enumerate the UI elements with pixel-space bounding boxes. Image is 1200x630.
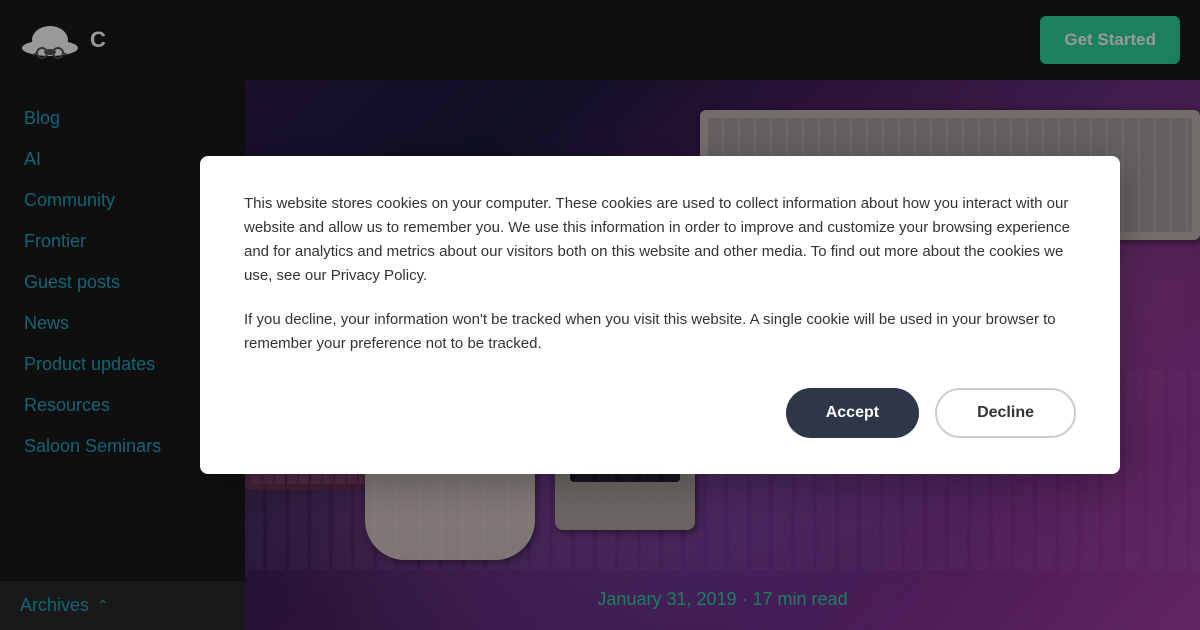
cookie-modal: This website stores cookies on your comp… <box>200 156 1120 474</box>
cookie-text-secondary: If you decline, your information won't b… <box>244 308 1076 356</box>
cookie-overlay: This website stores cookies on your comp… <box>0 0 1200 630</box>
cookie-text-primary: This website stores cookies on your comp… <box>244 192 1076 288</box>
accept-button[interactable]: Accept <box>786 388 919 438</box>
cookie-buttons: Accept Decline <box>244 388 1076 438</box>
decline-button[interactable]: Decline <box>935 388 1076 438</box>
